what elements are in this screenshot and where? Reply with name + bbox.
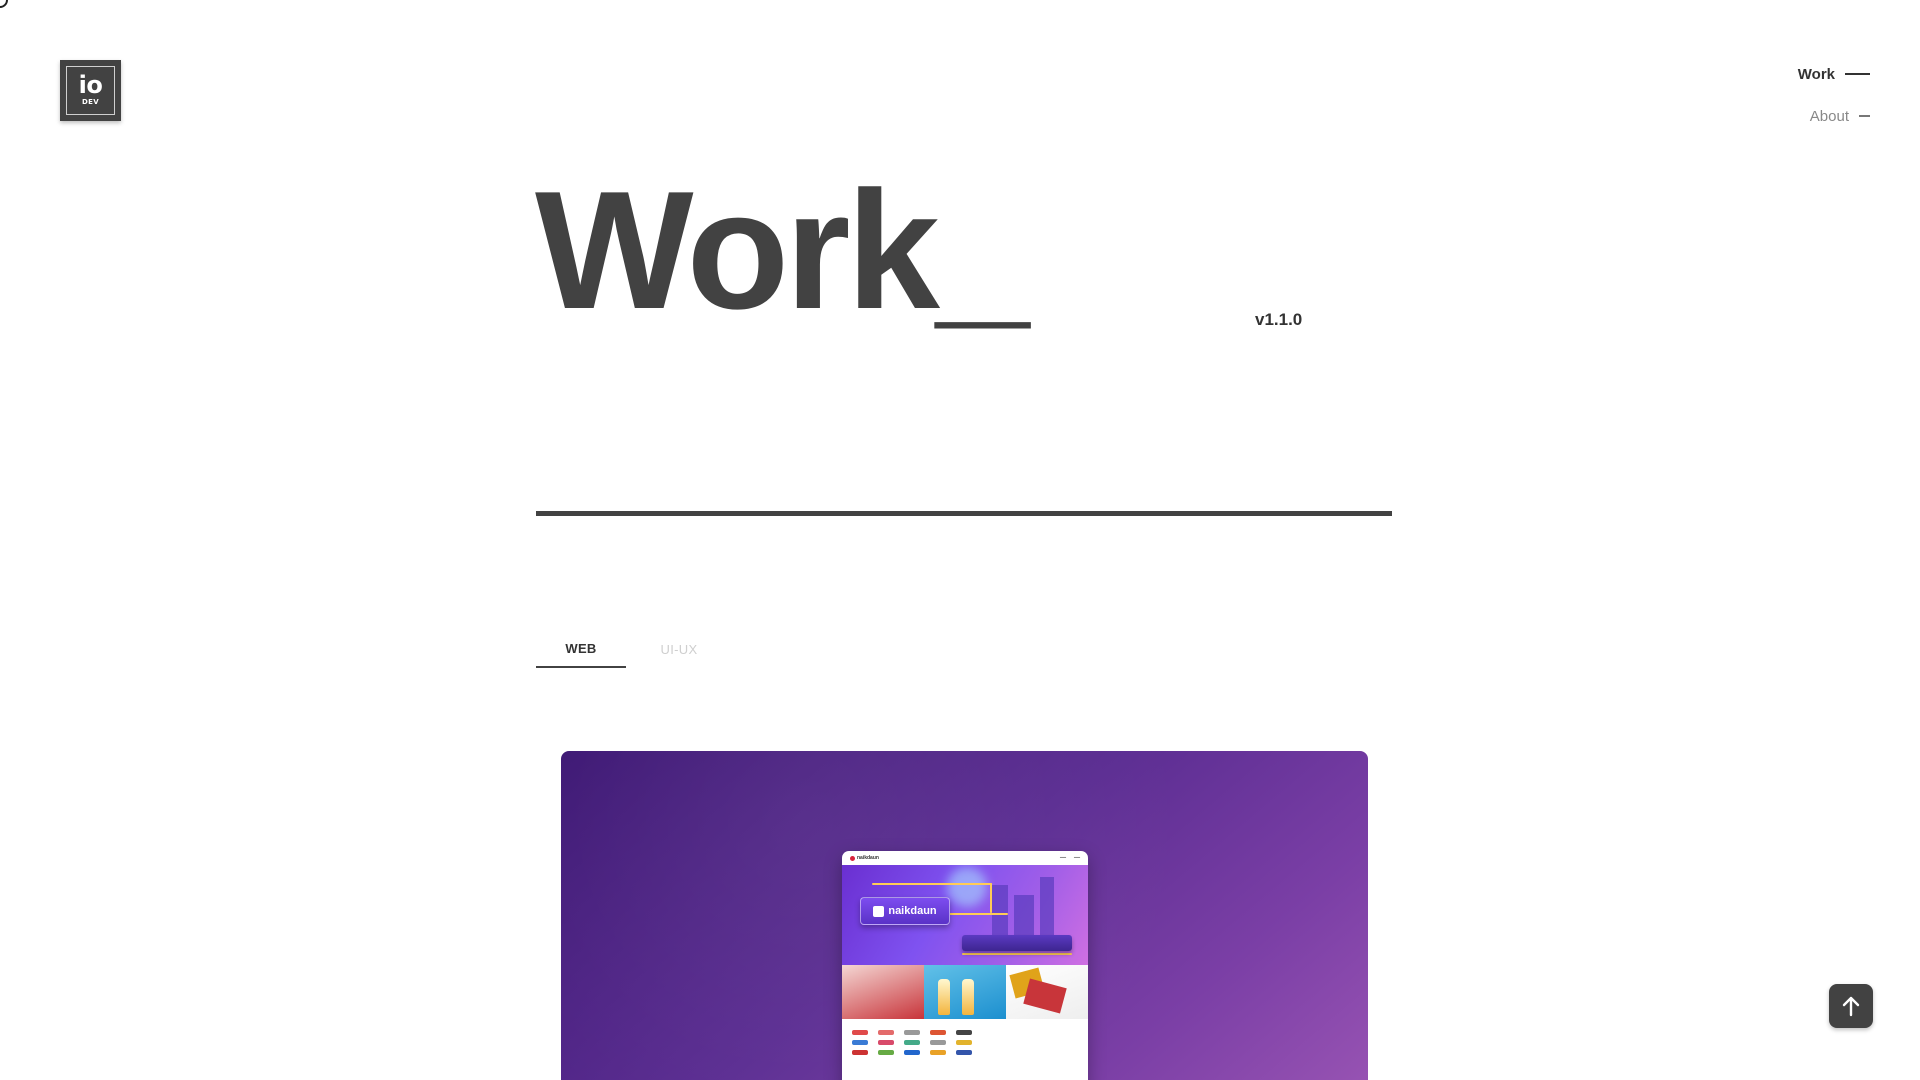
title-divider bbox=[536, 511, 1392, 516]
nav-item-about[interactable]: About bbox=[1810, 106, 1870, 126]
preview-bottle bbox=[938, 979, 950, 1015]
preview-client-logo bbox=[878, 1050, 894, 1055]
preview-line bbox=[962, 953, 1072, 955]
category-tabs: WEB UI-UX bbox=[536, 630, 724, 668]
preview-nav: ━━ ━━ bbox=[1060, 855, 1080, 861]
preview-nav-link: ━━ bbox=[1059, 855, 1066, 861]
site-logo[interactable]: io DEV bbox=[60, 60, 121, 121]
preview-hero: naikdaun bbox=[842, 865, 1088, 965]
preview-clients bbox=[842, 1019, 1088, 1061]
preview-card-shape bbox=[1023, 978, 1067, 1014]
preview-client-logo bbox=[930, 1030, 946, 1035]
preview-glow bbox=[947, 867, 987, 907]
nav-active-indicator bbox=[1845, 73, 1870, 75]
preview-client-row bbox=[852, 1040, 1078, 1045]
preview-hero-logo: naikdaun bbox=[860, 897, 950, 925]
preview-platform bbox=[962, 935, 1072, 951]
preview-gallery bbox=[842, 965, 1088, 1019]
arrow-up-icon bbox=[1842, 996, 1860, 1017]
preview-brand-text: naikdaun bbox=[857, 855, 879, 861]
tab-web[interactable]: WEB bbox=[536, 630, 626, 668]
preview-client-logo bbox=[852, 1040, 868, 1045]
page: io DEV Work About Work_ v1.1.0 WEB UI-UX… bbox=[0, 0, 1920, 1080]
scroll-to-top-button[interactable] bbox=[1829, 984, 1873, 1028]
preview-brand: naikdaun bbox=[850, 855, 879, 861]
version-label: v1.1.0 bbox=[1255, 310, 1303, 329]
preview-bottle bbox=[962, 979, 974, 1015]
preview-client-logo bbox=[904, 1050, 920, 1055]
preview-client-logo bbox=[904, 1030, 920, 1035]
preview-client-logo bbox=[956, 1040, 972, 1045]
preview-line bbox=[872, 883, 992, 885]
preview-nav-link: ━━ bbox=[1073, 855, 1080, 861]
preview-client-row bbox=[852, 1030, 1078, 1035]
preview-logo-icon bbox=[873, 905, 885, 917]
preview-client-row bbox=[852, 1050, 1078, 1055]
logo-sub-text: DEV bbox=[82, 98, 99, 106]
cursor-icon bbox=[0, 0, 8, 8]
preview-line bbox=[990, 883, 992, 913]
preview-client-logo bbox=[878, 1040, 894, 1045]
logo-frame: io DEV bbox=[66, 66, 115, 115]
preview-tile bbox=[1006, 965, 1088, 1019]
preview-hero-logo-text: naikdaun bbox=[888, 905, 937, 917]
preview-building bbox=[992, 885, 1008, 935]
preview-client-logo bbox=[956, 1050, 972, 1055]
nav-item-work[interactable]: Work bbox=[1798, 64, 1870, 84]
project-preview-image: naikdaun ━━ ━━ naikdaun bbox=[842, 851, 1088, 1080]
main-nav: Work About bbox=[1798, 64, 1870, 126]
preview-client-logo bbox=[852, 1050, 868, 1055]
nav-indicator bbox=[1859, 115, 1870, 117]
preview-client-logo bbox=[904, 1040, 920, 1045]
preview-tile bbox=[924, 965, 1006, 1019]
preview-building bbox=[1014, 895, 1034, 935]
preview-line bbox=[948, 913, 1008, 915]
preview-client-logo bbox=[930, 1050, 946, 1055]
preview-building bbox=[1040, 877, 1054, 935]
preview-tile bbox=[842, 965, 924, 1019]
preview-client-logo bbox=[878, 1030, 894, 1035]
preview-header: naikdaun ━━ ━━ bbox=[842, 851, 1088, 865]
preview-client-logo bbox=[956, 1030, 972, 1035]
tab-ui-ux[interactable]: UI-UX bbox=[634, 630, 724, 668]
logo-main-text: io bbox=[78, 71, 103, 99]
nav-item-label: Work bbox=[1797, 65, 1835, 83]
preview-brand-icon bbox=[850, 855, 855, 861]
page-title: Work_ bbox=[535, 156, 1029, 344]
preview-client-logo bbox=[852, 1030, 868, 1035]
preview-client-logo bbox=[930, 1040, 946, 1045]
nav-item-label: About bbox=[1809, 107, 1849, 125]
project-card[interactable]: naikdaun ━━ ━━ naikdaun bbox=[561, 751, 1368, 1080]
